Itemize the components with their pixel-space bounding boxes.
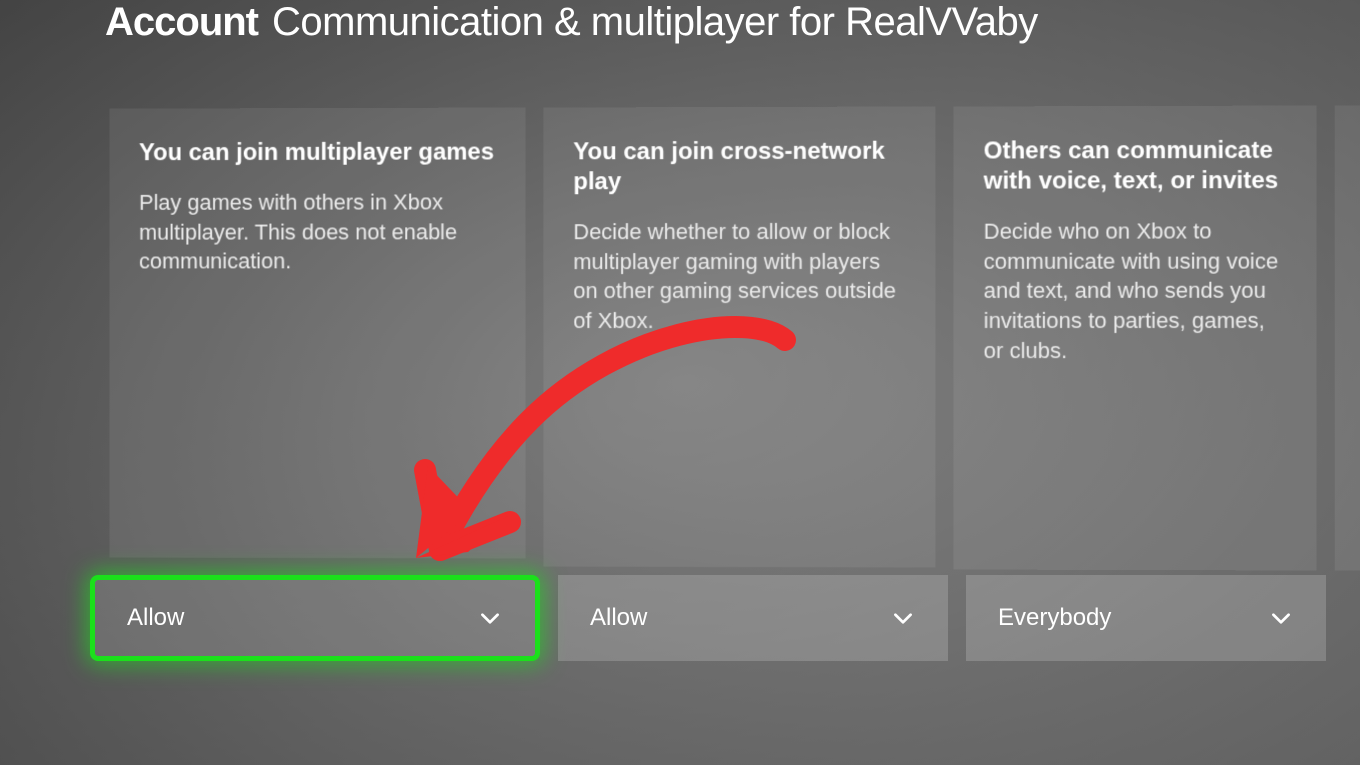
card-description: Play games with others in Xbox multiplay… [139, 187, 496, 276]
settings-dropdowns-row: Allow Allow Everybody [90, 575, 1326, 661]
breadcrumb-section: Account [105, 0, 258, 45]
card-description: Decide whether to allow or block multipl… [573, 217, 905, 336]
card-title: Others can communicate with voice, text,… [984, 136, 1287, 197]
card-others-communicate: Others can communicate with voice, text,… [953, 106, 1316, 571]
dropdown-value: Allow [127, 604, 184, 632]
page-title: Communication & multiplayer for RealVVab… [272, 0, 1038, 45]
chevron-down-icon [477, 605, 503, 631]
card-multiplayer-games: You can join multiplayer games Play game… [109, 108, 525, 559]
settings-cards-row: You can join multiplayer games Play game… [109, 105, 1360, 570]
dropdown-multiplayer-games[interactable]: Allow [90, 575, 540, 661]
dropdown-value: Everybody [998, 604, 1111, 632]
card-partial-next [1335, 105, 1360, 570]
dropdown-others-communicate[interactable]: Everybody [966, 575, 1326, 661]
page-header: Account Communication & multiplayer for … [105, 0, 1038, 45]
dropdown-value: Allow [590, 604, 647, 632]
chevron-down-icon [1268, 605, 1294, 631]
card-description: Decide who on Xbox to communicate with u… [984, 216, 1287, 365]
card-title: You can join cross-network play [573, 137, 905, 198]
card-title: You can join multiplayer games [139, 138, 496, 169]
card-cross-network: You can join cross-network play Decide w… [543, 107, 935, 568]
dropdown-cross-network[interactable]: Allow [558, 575, 948, 661]
chevron-down-icon [890, 605, 916, 631]
